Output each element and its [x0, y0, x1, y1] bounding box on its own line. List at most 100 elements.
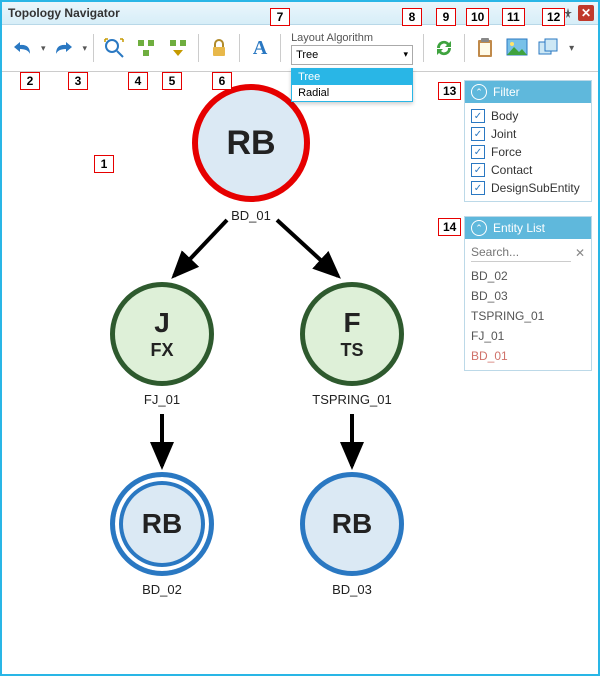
filter-item[interactable]: ✓ Contact	[471, 161, 585, 179]
entity-list-item[interactable]: BD_02	[471, 266, 585, 286]
callout-13: 13	[438, 82, 461, 100]
node-mid-left[interactable]: J FX FJ_01	[110, 282, 214, 407]
views-button[interactable]	[535, 34, 563, 62]
filter-panel-title: Filter	[493, 85, 520, 99]
node-leaf-left-label: BD_02	[142, 582, 182, 597]
entity-list-item[interactable]: BD_01	[471, 346, 585, 366]
node-mid-right-circle: F TS	[300, 282, 404, 386]
chevron-down-icon[interactable]: ▾	[41, 43, 46, 54]
callout-12: 12	[542, 8, 565, 26]
node-root[interactable]: RB BD_01	[192, 84, 310, 223]
check-icon: ✓	[471, 181, 485, 195]
node-leaf-right-t1: RB	[332, 510, 372, 538]
separator	[464, 34, 465, 62]
toolbar-overflow-icon[interactable]: ▾	[567, 43, 576, 54]
entity-list-item[interactable]: TSPRING_01	[471, 306, 585, 326]
node-mid-left-t1: J	[154, 309, 170, 337]
filter-item-label: Joint	[491, 127, 516, 141]
chevron-down-icon[interactable]: ▾	[83, 43, 88, 54]
filter-item[interactable]: ✓ Joint	[471, 125, 585, 143]
filter-panel-body: ✓ Body ✓ Joint ✓ Force ✓ Contact ✓ DesignSubE…	[465, 103, 591, 201]
callout-1: 1	[94, 155, 114, 173]
filter-panel-header[interactable]: ⌃ Filter	[465, 81, 591, 103]
filter-item[interactable]: ✓ DesignSubEntity	[471, 179, 585, 197]
entity-list-header[interactable]: ⌃ Entity List	[465, 217, 591, 239]
layout-option-radial[interactable]: Radial	[292, 85, 412, 101]
layout-algorithm-select[interactable]: Tree ▾	[291, 45, 413, 65]
node-mid-right-t1: F	[343, 309, 360, 337]
callout-7: 7	[270, 8, 290, 26]
separator	[423, 34, 424, 62]
layout-option-tree[interactable]: Tree	[292, 69, 412, 85]
callout-14: 14	[438, 218, 461, 236]
node-mid-left-circle: J FX	[110, 282, 214, 386]
arrange-button[interactable]	[132, 34, 160, 62]
lock-button[interactable]	[205, 34, 233, 62]
filter-item-label: DesignSubEntity	[491, 181, 580, 195]
callout-11: 11	[502, 8, 525, 26]
check-icon: ✓	[471, 163, 485, 177]
node-leaf-right[interactable]: RB BD_03	[300, 472, 404, 597]
entity-list-body: ✕ BD_02 BD_03 TSPRING_01 FJ_01 BD_01	[465, 239, 591, 370]
entity-list-panel: ⌃ Entity List ✕ BD_02 BD_03 TSPRING_01 F…	[464, 216, 592, 371]
node-leaf-right-circle: RB	[300, 472, 404, 576]
node-leaf-left-t1: RB	[142, 510, 182, 538]
node-mid-left-t2: FX	[150, 341, 173, 359]
node-leaf-left-circle: RB	[110, 472, 214, 576]
layout-algorithm-label: Layout Algorithm	[291, 32, 413, 44]
search-wrap: ✕	[471, 243, 585, 262]
callout-5: 5	[162, 72, 182, 90]
filter-item[interactable]: ✓ Force	[471, 143, 585, 161]
entity-list-title: Entity List	[493, 221, 545, 235]
toolbar: ▾ ▾ A Layout Algorithm Tree ▾	[2, 25, 598, 72]
node-mid-right-label: TSPRING_01	[312, 392, 391, 407]
clear-icon[interactable]: ✕	[575, 246, 585, 260]
callout-4: 4	[128, 72, 148, 90]
node-root-text: RB	[226, 126, 275, 160]
chevron-up-icon: ⌃	[471, 220, 487, 236]
node-mid-right-t2: TS	[340, 341, 363, 359]
close-icon[interactable]: ✕	[578, 5, 594, 21]
check-icon: ✓	[471, 145, 485, 159]
layout-algorithm-group: Layout Algorithm Tree ▾ Tree Radial	[291, 32, 413, 65]
layout-algorithm-popup: Tree Radial	[291, 68, 413, 102]
filter-item-label: Body	[491, 109, 518, 123]
callout-9: 9	[436, 8, 456, 26]
callout-3: 3	[68, 72, 88, 90]
zoom-fit-button[interactable]	[100, 34, 128, 62]
undo-button[interactable]	[8, 34, 36, 62]
clipboard-button[interactable]	[471, 34, 499, 62]
callout-2: 2	[20, 72, 40, 90]
filter-item-label: Contact	[491, 163, 532, 177]
image-button[interactable]	[503, 34, 531, 62]
separator	[93, 34, 94, 62]
separator	[239, 34, 240, 62]
filter-panel: ⌃ Filter ✓ Body ✓ Joint ✓ Force ✓ Contact ✓ D…	[464, 80, 592, 202]
entity-list-item[interactable]: BD_03	[471, 286, 585, 306]
search-input[interactable]	[471, 243, 571, 262]
layout-algorithm-value: Tree	[296, 49, 318, 61]
separator	[198, 34, 199, 62]
node-mid-right[interactable]: F TS TSPRING_01	[300, 282, 404, 407]
check-icon: ✓	[471, 109, 485, 123]
chevron-down-icon: ▾	[404, 49, 409, 60]
callout-8: 8	[402, 8, 422, 26]
node-root-label: BD_01	[231, 208, 271, 223]
check-icon: ✓	[471, 127, 485, 141]
collapse-button[interactable]	[164, 34, 192, 62]
node-root-circle: RB	[192, 84, 310, 202]
node-leaf-right-label: BD_03	[332, 582, 372, 597]
filter-item[interactable]: ✓ Body	[471, 107, 585, 125]
node-leaf-left[interactable]: RB BD_02	[110, 472, 214, 597]
entity-list: BD_02 BD_03 TSPRING_01 FJ_01 BD_01	[471, 266, 585, 366]
node-mid-left-label: FJ_01	[144, 392, 180, 407]
entity-list-item[interactable]: FJ_01	[471, 326, 585, 346]
callout-10: 10	[466, 8, 489, 26]
refresh-button[interactable]	[430, 34, 458, 62]
redo-button[interactable]	[50, 34, 78, 62]
filter-item-label: Force	[491, 145, 522, 159]
callout-6: 6	[212, 72, 232, 90]
topology-navigator-window: Topology Navigator ✕ ▾ ▾ A	[0, 0, 600, 676]
font-button[interactable]: A	[246, 34, 274, 62]
separator	[280, 34, 281, 62]
